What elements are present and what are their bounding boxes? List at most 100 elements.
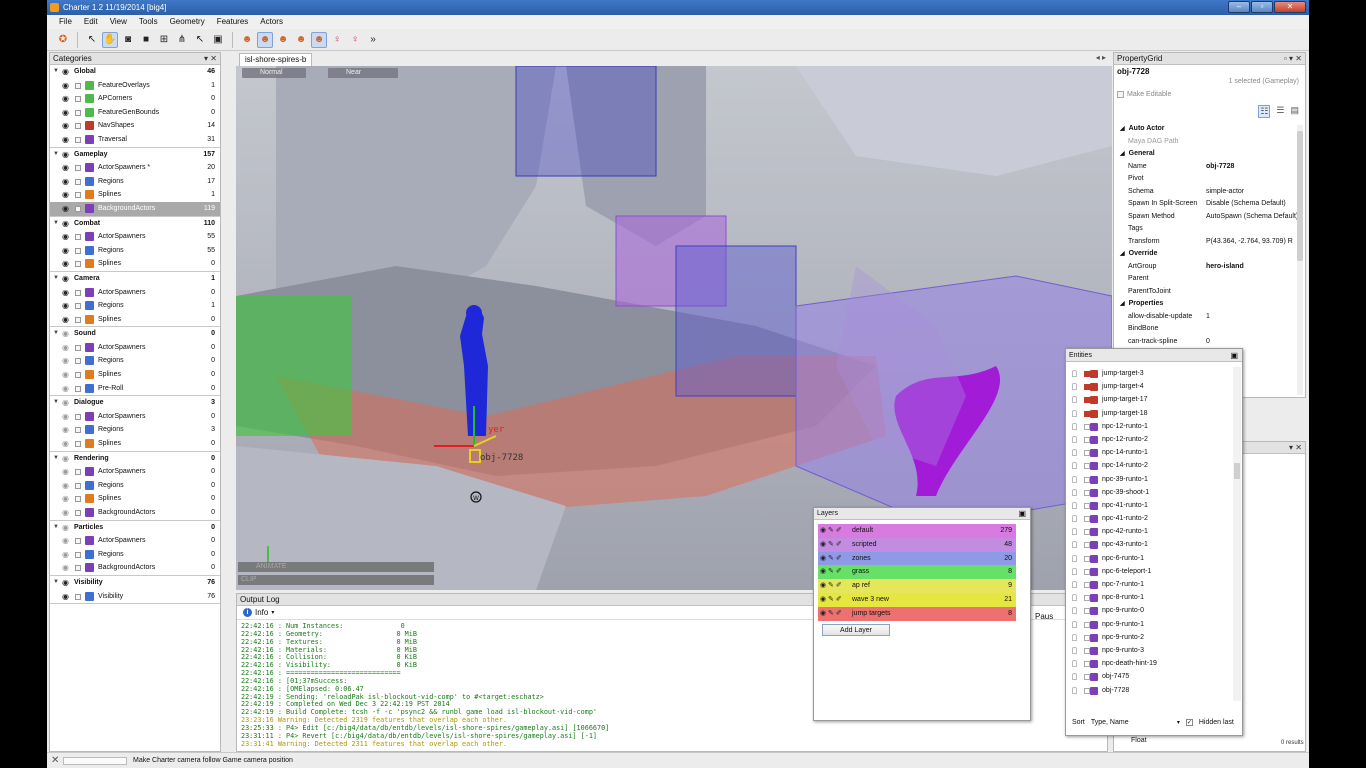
lock-icon[interactable] [1072,409,1077,417]
property-value[interactable]: 1 [1206,311,1210,324]
entity-row[interactable]: npc-14-runto-1 [1069,446,1233,459]
property-row[interactable]: Schema simple-actor [1114,186,1297,199]
frame-icon[interactable]: ▣ [210,32,226,48]
category-item[interactable]: ◉ Splines 0 [50,437,220,451]
lock-icon[interactable] [1072,515,1077,523]
lock-icon[interactable] [75,372,81,379]
lock-icon[interactable] [1072,422,1077,430]
category-item[interactable]: ◉ Regions 0 [50,354,220,368]
property-row[interactable]: Pivot [1114,173,1297,186]
property-row[interactable]: Spawn In Split-Screen Disable (Schema Def… [1114,198,1297,211]
lock-icon[interactable] [75,82,81,89]
entity-row[interactable]: npc-9-runto-3 [1069,644,1233,657]
select-arrow-icon[interactable]: ↖ [84,32,100,48]
lock-icon[interactable] [75,234,81,241]
visibility-eye-icon[interactable]: ◉ [62,217,69,231]
property-scrollbar[interactable] [1297,125,1303,395]
maximize-button[interactable]: ▫ [1251,1,1273,13]
visibility-eye-icon[interactable]: ◉ [62,410,69,424]
visibility-eye-icon[interactable]: ◉ [62,299,69,313]
property-section[interactable]: ◢ Override [1114,248,1297,261]
multi-select-icon[interactable]: ⋔ [174,32,190,48]
property-value[interactable]: AutoSpawn (Schema Default) [1206,211,1297,224]
category-group-visibility[interactable]: ▼ ◉ Visibility 76 [50,576,220,590]
category-item[interactable]: ◉ NavShapes 14 [50,119,220,133]
category-item[interactable]: ◉ Visibility 76 [50,590,220,604]
entity-row[interactable]: npc-12-runto-1 [1069,420,1233,433]
layer-row[interactable]: ◉ ✎ ✐ scripted 48 [818,537,1016,552]
category-item[interactable]: ◉ Regions 3 [50,423,220,437]
property-value[interactable]: Disable (Schema Default) [1206,198,1286,211]
layer-row[interactable]: ◉ ✎ ✐ grass 8 [818,565,1016,580]
visibility-eye-icon[interactable]: ◉ [62,521,69,535]
visibility-eye-icon[interactable]: ◉ [62,382,69,396]
collapse-triangle-icon[interactable]: ◢ [1120,251,1125,257]
lock-icon[interactable] [75,192,81,199]
animate-slider[interactable]: ANIMATE [238,562,434,572]
entity-row[interactable]: jump-target-3 [1069,367,1233,380]
entity-row[interactable]: npc-42-runto-1 [1069,525,1233,538]
lock-icon[interactable] [1072,488,1077,496]
lock-icon[interactable] [1072,475,1077,483]
tab-nav-arrows[interactable]: ◂ ▸ [1096,53,1106,62]
visibility-eye-icon[interactable]: ◉ [62,257,69,271]
category-group-combat[interactable]: ▼ ◉ Combat 110 [50,217,220,231]
expand-arrow-icon[interactable]: ▼ [53,452,59,466]
lock-icon[interactable] [1072,594,1077,602]
lock-icon[interactable] [1072,660,1077,668]
lock-icon[interactable] [75,385,81,392]
category-item[interactable]: ◉ Splines 0 [50,368,220,382]
chevron-down-icon[interactable]: ▾ [271,606,274,620]
clip-mode-dropdown[interactable]: Near [328,68,398,78]
visibility-eye-icon[interactable]: ◉ [62,465,69,479]
lock-icon[interactable] [75,247,81,254]
categorized-view-icon[interactable]: ☷ [1258,105,1271,118]
category-group-rendering[interactable]: ▼ ◉ Rendering 0 [50,452,220,466]
actor-icon[interactable]: ☻ [239,32,255,48]
layer-row[interactable]: ◉ ✎ ✐ jump targets 8 [818,606,1016,621]
toolbar-overflow-icon[interactable]: » [365,32,381,48]
category-item[interactable]: ◉ Splines 0 [50,492,220,506]
menu-actors[interactable]: Actors [254,15,289,29]
lock-icon[interactable] [1072,501,1077,509]
entity-row[interactable]: npc-6-teleport-1 [1069,565,1233,578]
lock-icon[interactable] [1072,528,1077,536]
lock-icon[interactable] [75,469,81,476]
expand-arrow-icon[interactable]: ▼ [53,327,59,341]
entity-row[interactable]: npc-41-runto-1 [1069,499,1233,512]
expand-arrow-icon[interactable]: ▼ [53,217,59,231]
lock-icon[interactable] [1072,567,1077,575]
entity-row[interactable]: npc-39-shoot-1 [1069,486,1233,499]
expand-arrow-icon[interactable]: ▼ [53,396,59,410]
visibility-eye-icon[interactable]: ◉ [62,479,69,493]
lock-icon[interactable] [1072,646,1077,654]
lock-icon[interactable] [1072,686,1077,694]
category-group-global[interactable]: ▼ ◉ Global 46 [50,65,220,79]
expand-arrow-icon[interactable]: ▼ [53,521,59,535]
make-editable-checkbox[interactable] [1117,91,1124,98]
category-item[interactable]: ◉ FeatureOverlays 1 [50,79,220,93]
visibility-eye-icon[interactable]: ◉ [62,202,69,216]
category-item[interactable]: ◉ Splines 1 [50,188,220,202]
lock-icon[interactable] [75,358,81,365]
lock-icon[interactable] [75,496,81,503]
layer-row[interactable]: ◉ ✎ ✐ ap ref 9 [818,579,1016,593]
pause-button[interactable]: Paus [1035,612,1053,621]
layer-toggle-icons[interactable]: ◉ ✎ ✐ [820,579,842,593]
category-item[interactable]: ◉ Regions 1 [50,299,220,313]
category-item[interactable]: ◉ ActorSpawners 0 [50,534,220,548]
lock-icon[interactable] [1072,620,1077,628]
visibility-eye-icon[interactable]: ◉ [62,548,69,562]
expand-arrow-icon[interactable]: ▼ [53,576,59,590]
entity-row[interactable]: npc-9-runto-2 [1069,631,1233,644]
pointer-t-icon[interactable]: ↖ [192,32,208,48]
property-value[interactable]: hero-island [1206,261,1244,274]
expand-arrow-icon[interactable]: ▼ [53,272,59,286]
lock-icon[interactable] [75,551,81,558]
layer-toggle-icons[interactable]: ◉ ✎ ✐ [820,538,842,552]
actor-spawn-icon[interactable]: ☻ [257,31,273,48]
lock-icon[interactable] [75,109,81,116]
category-item[interactable]: ◉ BackgroundActors 0 [50,561,220,575]
category-group-dialogue[interactable]: ▼ ◉ Dialogue 3 [50,396,220,410]
entity-row[interactable]: npc-39-runto-1 [1069,473,1233,486]
